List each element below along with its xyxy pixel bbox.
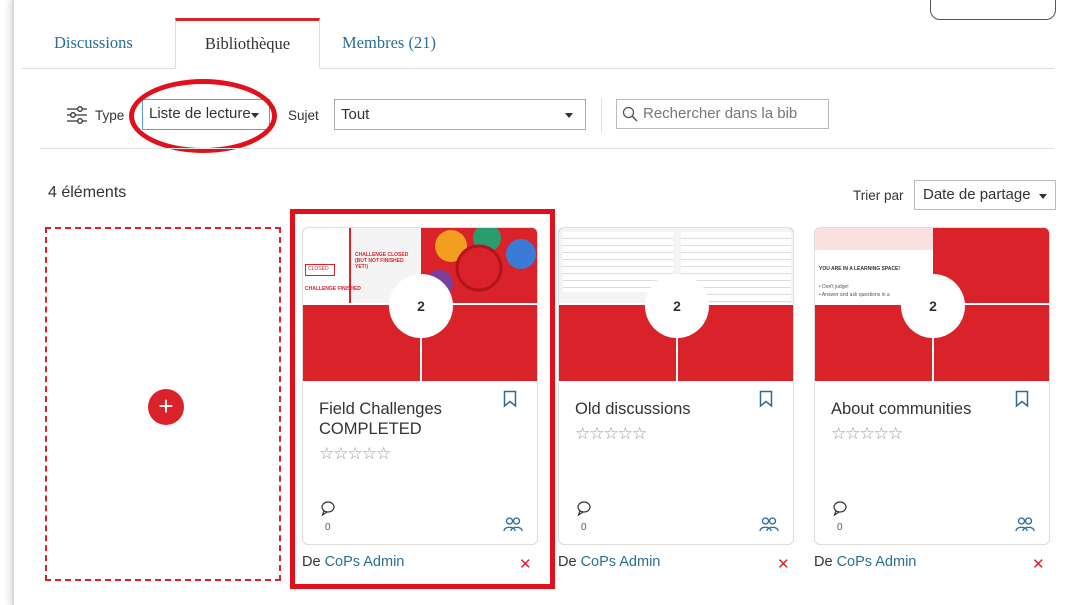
library-card[interactable]: YOU ARE IN A LEARNING SPACE! • Don't jud… — [814, 227, 1050, 545]
type-label: Type — [95, 108, 125, 123]
thumb-text: CLOSED — [308, 266, 329, 272]
card-author: De CoPs Admin — [302, 554, 404, 570]
tab-bibliotheque[interactable]: Bibliothèque — [175, 18, 320, 69]
thumb-text: YOU ARE IN A LEARNING SPACE! — [819, 266, 901, 272]
author-prefix: De — [302, 554, 321, 570]
bookmark-icon[interactable] — [1015, 390, 1029, 408]
members-icon[interactable] — [503, 516, 523, 532]
tab-bar: Discussions Bibliothèque Membres (21) — [22, 18, 1054, 69]
caret-down-icon — [1039, 194, 1047, 199]
remove-icon[interactable]: ✕ — [1032, 555, 1045, 573]
top-right-button[interactable] — [930, 0, 1056, 20]
bookmark-icon[interactable] — [503, 390, 517, 408]
filter-sliders-icon[interactable] — [66, 105, 88, 125]
card-title[interactable]: About communities — [831, 399, 1001, 419]
rating-stars[interactable]: ☆☆☆☆☆ — [575, 424, 647, 444]
author-link[interactable]: CoPs Admin — [581, 554, 661, 570]
thumb-text: • Don't judge! — [819, 284, 849, 290]
card-author: De CoPs Admin — [814, 554, 916, 570]
thumb-text: CHALLENGE CLOSED (BUT NOT FINISHED YET!) — [355, 252, 409, 270]
author-link[interactable]: CoPs Admin — [837, 554, 917, 570]
divider — [601, 98, 602, 132]
comment-count: 0 — [325, 522, 331, 533]
library-card[interactable]: CHALLENGE CLOSED (BUT NOT FINISHED YET!)… — [302, 227, 538, 545]
sort-select[interactable]: Date de partage — [914, 180, 1056, 210]
rating-stars[interactable]: ☆☆☆☆☆ — [831, 424, 903, 444]
author-link[interactable]: CoPs Admin — [325, 554, 405, 570]
members-icon[interactable] — [759, 516, 779, 532]
sort-label: Trier par — [853, 188, 904, 203]
author-prefix: De — [814, 554, 833, 570]
comment-count: 0 — [837, 522, 843, 533]
item-count-badge: 2 — [901, 274, 965, 338]
bookmark-icon[interactable] — [759, 390, 773, 408]
card-thumbnail: YOU ARE IN A LEARNING SPACE! • Don't jud… — [815, 228, 1049, 381]
thumb-text: • Answer and ask questions in a — [819, 292, 890, 298]
add-button[interactable]: + — [148, 389, 184, 425]
members-icon[interactable] — [1015, 516, 1035, 532]
comment-icon[interactable] — [577, 501, 591, 517]
type-select-value: Liste de lecture — [149, 105, 251, 122]
library-card[interactable]: 2 Old discussions ☆☆☆☆☆ 0 — [558, 227, 794, 545]
remove-icon[interactable]: ✕ — [519, 555, 532, 573]
tab-membres[interactable]: Membres (21) — [342, 18, 436, 68]
type-select[interactable]: Liste de lecture — [142, 99, 270, 130]
search-placeholder: Rechercher dans la bib — [643, 105, 798, 122]
search-icon — [622, 106, 638, 122]
add-item-card[interactable]: + — [45, 227, 281, 581]
card-thumbnail: CHALLENGE CLOSED (BUT NOT FINISHED YET!)… — [303, 228, 537, 381]
card-thumbnail: 2 — [559, 228, 793, 381]
divider — [40, 148, 1054, 149]
card-title[interactable]: Old discussions — [575, 399, 745, 419]
comment-icon[interactable] — [321, 501, 335, 517]
card-author: De CoPs Admin — [558, 554, 660, 570]
comment-icon[interactable] — [833, 501, 847, 517]
remove-icon[interactable]: ✕ — [777, 555, 790, 573]
sort-select-value: Date de partage — [923, 186, 1031, 203]
rating-stars[interactable]: ☆☆☆☆☆ — [319, 444, 391, 464]
tab-discussions[interactable]: Discussions — [54, 18, 133, 68]
subject-select-value: Tout — [341, 106, 370, 123]
caret-down-icon — [565, 113, 573, 118]
comment-count: 0 — [581, 522, 587, 533]
subject-select[interactable]: Tout — [334, 99, 586, 130]
item-count-badge: 2 — [389, 274, 453, 338]
library-search-input[interactable]: Rechercher dans la bib — [616, 99, 829, 129]
subject-label: Sujet — [288, 108, 319, 123]
caret-down-icon — [251, 113, 259, 118]
author-prefix: De — [558, 554, 577, 570]
card-title[interactable]: Field Challenges COMPLETED — [319, 399, 489, 439]
item-count-badge: 2 — [645, 274, 709, 338]
item-count: 4 éléments — [48, 184, 127, 201]
thumb-text: CHALLENGE FINISHED — [305, 286, 361, 292]
